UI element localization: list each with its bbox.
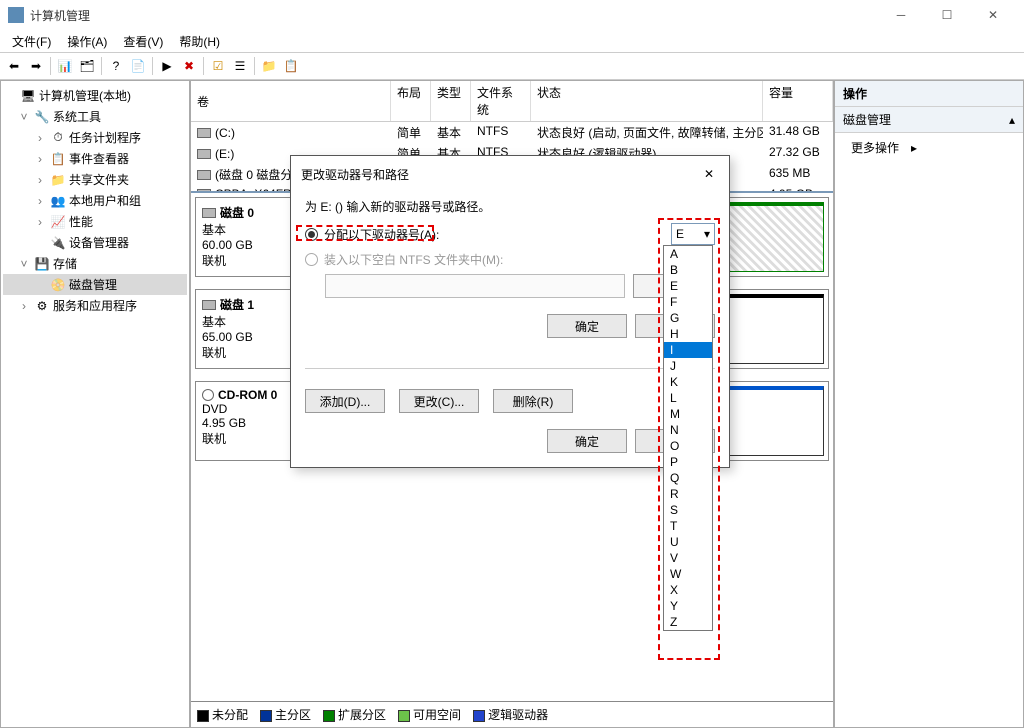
dialog-prompt: 为 E: () 输入新的驱动器号或路径。 (305, 198, 715, 215)
collapse-icon[interactable]: ▴ (1009, 113, 1015, 127)
remove-button[interactable]: 删除(R) (493, 389, 573, 413)
disk-icon (202, 208, 216, 218)
disk-icon (202, 300, 216, 310)
misc1-icon[interactable]: 📁 (259, 56, 279, 76)
actions-more[interactable]: 更多操作 ▸ (835, 133, 1023, 162)
run-icon[interactable]: ▶ (157, 56, 177, 76)
drive-letter-option[interactable]: E (664, 278, 712, 294)
drive-letter-option[interactable]: J (664, 358, 712, 374)
col-volume[interactable]: 卷 (191, 81, 391, 121)
drive-letter-option[interactable]: I (664, 342, 712, 358)
menu-view[interactable]: 查看(V) (117, 31, 169, 52)
maximize-button[interactable]: ☐ (924, 0, 970, 30)
legend: 未分配 主分区 扩展分区 可用空间 逻辑驱动器 (191, 701, 833, 727)
close-button[interactable]: ✕ (970, 0, 1016, 30)
col-layout[interactable]: 布局 (391, 81, 431, 121)
drive-letter-select[interactable]: E▾ (671, 223, 715, 245)
tree-task-scheduler[interactable]: ›⏱任务计划程序 (3, 127, 187, 148)
drive-letter-option[interactable]: Q (664, 470, 712, 486)
drive-letter-option[interactable]: L (664, 390, 712, 406)
inner-ok-button[interactable]: 确定 (547, 314, 627, 338)
drive-letter-dropdown[interactable]: ABEFGHIJKLMNOPQRSTUVWXYZ (663, 245, 713, 631)
help2-icon[interactable]: ? (106, 56, 126, 76)
drive-letter-option[interactable]: F (664, 294, 712, 310)
titlebar: 计算机管理 ─ ☐ ✕ (0, 0, 1024, 30)
drive-letter-option[interactable]: X (664, 582, 712, 598)
window-title: 计算机管理 (30, 7, 878, 24)
drive-letter-option[interactable]: B (664, 262, 712, 278)
props-icon[interactable]: 📄 (128, 56, 148, 76)
tree-disk-management[interactable]: 📀磁盘管理 (3, 274, 187, 295)
drive-letter-option[interactable]: W (664, 566, 712, 582)
tree-storage[interactable]: ˅💾存储 (3, 253, 187, 274)
drive-letter-option[interactable]: V (664, 550, 712, 566)
label-mount-folder: 装入以下空白 NTFS 文件夹中(M): (324, 251, 503, 268)
nav-tree: 🖥计算机管理(本地) ˅🔧系统工具 ›⏱任务计划程序 ›📋事件查看器 ›📁共享文… (0, 80, 190, 728)
drive-letter-option[interactable]: G (664, 310, 712, 326)
stop-icon[interactable]: ✖ (179, 56, 199, 76)
add-button[interactable]: 添加(D)... (305, 389, 385, 413)
col-capacity[interactable]: 容量 (763, 81, 833, 121)
col-fs[interactable]: 文件系统 (471, 81, 531, 121)
minimize-button[interactable]: ─ (878, 0, 924, 30)
menu-action[interactable]: 操作(A) (61, 31, 113, 52)
drive-letter-option[interactable]: H (664, 326, 712, 342)
chevron-down-icon: ▾ (704, 227, 710, 241)
tree-device-manager[interactable]: 🔌设备管理器 (3, 232, 187, 253)
dialog-close-icon[interactable]: ✕ (699, 164, 719, 184)
app-icon (8, 7, 24, 23)
drive-letter-option[interactable]: Z (664, 614, 712, 630)
check-icon[interactable]: ☑ (208, 56, 228, 76)
drive-letter-option[interactable]: U (664, 534, 712, 550)
actions-pane: 操作 磁盘管理▴ 更多操作 ▸ (834, 80, 1024, 728)
menubar: 文件(F) 操作(A) 查看(V) 帮助(H) (0, 30, 1024, 52)
col-type[interactable]: 类型 (431, 81, 471, 121)
actions-header: 操作 (835, 81, 1023, 107)
col-status[interactable]: 状态 (531, 81, 763, 121)
mount-path-input (325, 274, 625, 298)
drive-letter-option[interactable]: O (664, 438, 712, 454)
toolbar: ⬅ ➡ 📊 🗂 ? 📄 ▶ ✖ ☑ ☰ 📁 📋 (0, 52, 1024, 80)
back-icon[interactable]: ⬅ (4, 56, 24, 76)
menu-file[interactable]: 文件(F) (6, 31, 57, 52)
drive-letter-option[interactable]: A (664, 246, 712, 262)
cd-icon (202, 389, 214, 401)
menu-help[interactable]: 帮助(H) (173, 31, 226, 52)
refresh-icon[interactable]: 🗂 (77, 56, 97, 76)
actions-section: 磁盘管理▴ (835, 107, 1023, 133)
tree-local-users[interactable]: ›👥本地用户和组 (3, 190, 187, 211)
list-icon[interactable]: ☰ (230, 56, 250, 76)
drive-letter-option[interactable]: P (664, 454, 712, 470)
tree-shared-folders[interactable]: ›📁共享文件夹 (3, 169, 187, 190)
forward-icon[interactable]: ➡ (26, 56, 46, 76)
drive-letter-option[interactable]: M (664, 406, 712, 422)
label-assign-letter: 分配以下驱动器号(A): (324, 226, 439, 243)
radio-assign-letter[interactable] (305, 228, 318, 241)
drive-letter-option[interactable]: Y (664, 598, 712, 614)
drive-letter-option[interactable]: S (664, 502, 712, 518)
tree-performance[interactable]: ›📈性能 (3, 211, 187, 232)
tree-event-viewer[interactable]: ›📋事件查看器 (3, 148, 187, 169)
tree-root[interactable]: 🖥计算机管理(本地) (3, 85, 187, 106)
misc2-icon[interactable]: 📋 (281, 56, 301, 76)
dialog-title: 更改驱动器号和路径 (301, 166, 699, 183)
up-icon[interactable]: 📊 (55, 56, 75, 76)
tree-system-tools[interactable]: ˅🔧系统工具 (3, 106, 187, 127)
change-button[interactable]: 更改(C)... (399, 389, 479, 413)
drive-letter-option[interactable]: R (664, 486, 712, 502)
drive-letter-option[interactable]: K (664, 374, 712, 390)
drive-letter-option[interactable]: T (664, 518, 712, 534)
ok-button[interactable]: 确定 (547, 429, 627, 453)
radio-mount-folder[interactable] (305, 253, 318, 266)
volume-row[interactable]: (C:)简单基本NTFS状态良好 (启动, 页面文件, 故障转储, 主分区)31… (191, 122, 833, 143)
tree-services-apps[interactable]: ›⚙服务和应用程序 (3, 295, 187, 316)
drive-letter-option[interactable]: N (664, 422, 712, 438)
